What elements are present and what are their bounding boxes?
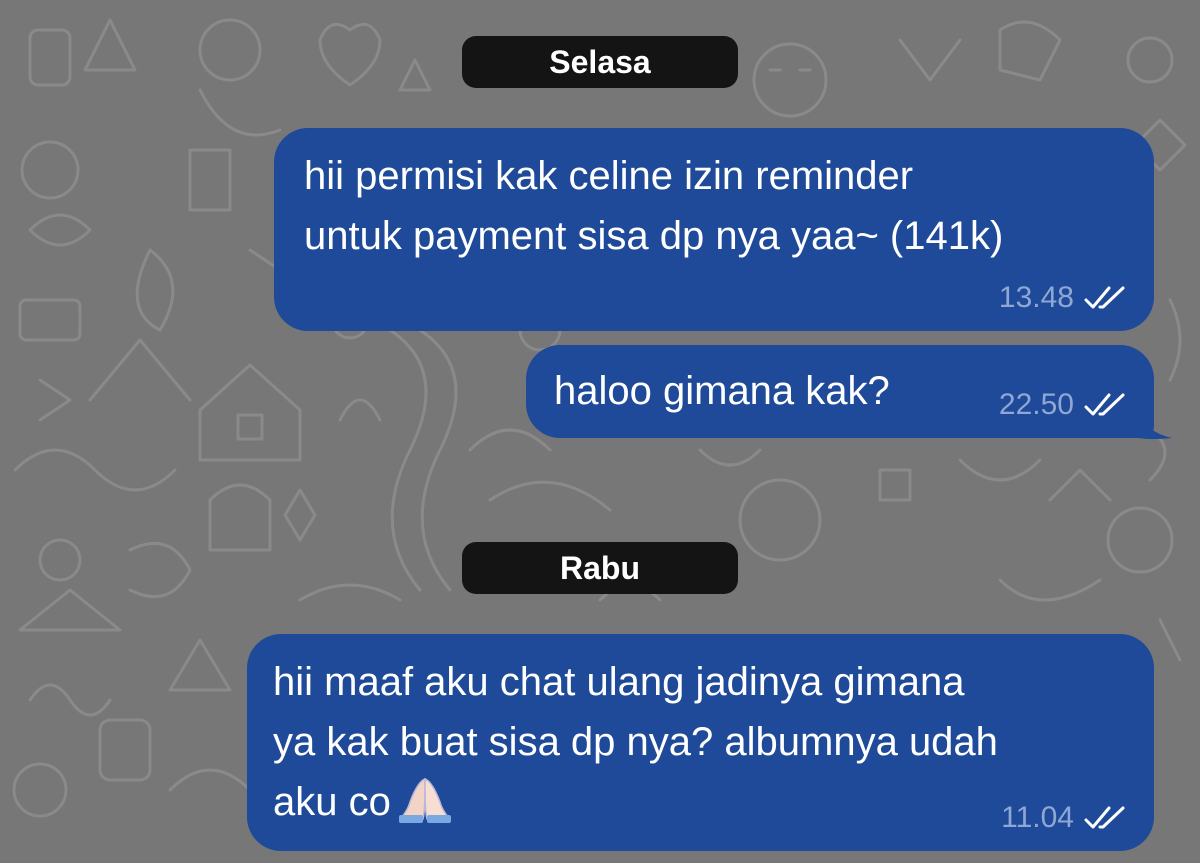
message-meta: 11.04 bbox=[1001, 801, 1128, 835]
read-double-check-icon bbox=[1084, 286, 1125, 309]
message-meta: 13.48 bbox=[999, 281, 1128, 315]
read-double-check-icon bbox=[1084, 393, 1125, 416]
message-time: 11.04 bbox=[1001, 801, 1074, 834]
message-bubble-outgoing[interactable]: hii permisi kak celine izin reminder unt… bbox=[274, 128, 1154, 331]
message-text: hii maaf aku chat ulang jadinya gimana y… bbox=[273, 660, 998, 824]
message-bubble-outgoing[interactable]: hii maaf aku chat ulang jadinya gimana y… bbox=[247, 634, 1154, 851]
folded-hands-icon bbox=[398, 777, 451, 823]
date-separator: Selasa bbox=[462, 36, 738, 88]
date-separator: Rabu bbox=[462, 542, 738, 594]
read-double-check-icon bbox=[1084, 806, 1125, 829]
message-time: 22.50 bbox=[998, 388, 1074, 421]
date-separator-label: Selasa bbox=[549, 43, 651, 80]
message-text: hii permisi kak celine izin reminder unt… bbox=[304, 154, 1004, 258]
message-meta: 22.50 bbox=[999, 388, 1128, 422]
message-time: 13.48 bbox=[998, 281, 1074, 314]
bubble-tail bbox=[1138, 408, 1172, 439]
message-bubble-outgoing[interactable]: haloo gimana kak? 22.50 bbox=[526, 345, 1154, 438]
date-separator-label: Rabu bbox=[560, 549, 640, 586]
